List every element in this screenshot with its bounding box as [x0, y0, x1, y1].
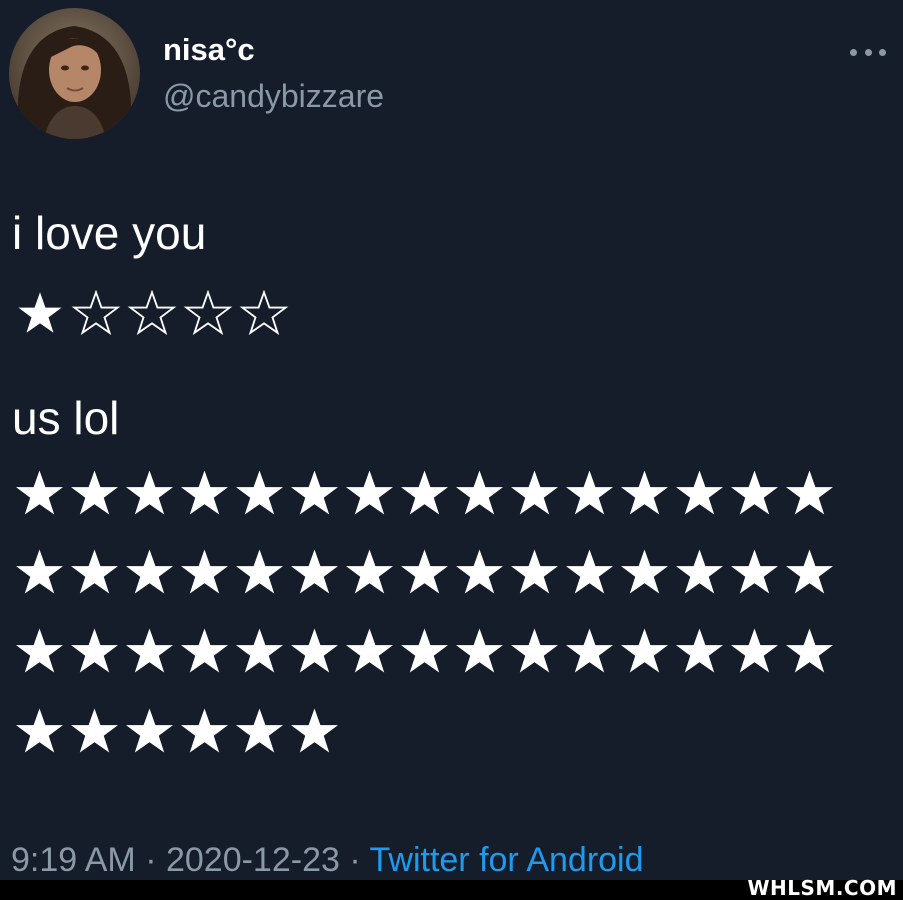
- star-filled-icon: [181, 549, 228, 594]
- star-row: [12, 468, 837, 518]
- star-filled-icon: [16, 470, 63, 515]
- star-filled-icon: [236, 470, 283, 515]
- more-horizontal-icon: [879, 48, 886, 56]
- star-filled-icon: [71, 708, 118, 753]
- watermark: WHLSM.COM: [747, 876, 897, 900]
- star-filled-icon: [621, 470, 668, 515]
- star-row: [12, 706, 342, 756]
- star-filled-icon: [236, 708, 283, 753]
- star-filled-icon: [291, 470, 338, 515]
- display-name[interactable]: nisa°c: [163, 34, 255, 65]
- star-filled-icon: [676, 549, 723, 594]
- star-filled-icon: [621, 628, 668, 673]
- star-filled-icon: [126, 549, 173, 594]
- star-filled-icon: [731, 549, 778, 594]
- more-options-button[interactable]: [850, 42, 886, 62]
- more-horizontal-icon: [850, 48, 857, 56]
- star-outline-icon: [239, 290, 289, 336]
- star-outline-icon: [183, 290, 233, 336]
- star-filled-icon: [16, 549, 63, 594]
- star-filled-icon: [16, 708, 63, 753]
- star-outline-icon: [127, 290, 177, 336]
- tweet-meta: 9:19 AM · 2020-12-23 · Twitter for Andro…: [11, 843, 644, 877]
- star-outline-icon: [71, 290, 121, 336]
- star-filled-icon: [731, 628, 778, 673]
- star-filled-icon: [71, 470, 118, 515]
- star-filled-icon: [566, 628, 613, 673]
- avatar-photo: [9, 8, 140, 139]
- star-filled-icon: [126, 708, 173, 753]
- star-filled-icon: [18, 292, 62, 333]
- star-filled-icon: [346, 628, 393, 673]
- star-filled-icon: [71, 628, 118, 673]
- star-filled-icon: [566, 549, 613, 594]
- star-filled-icon: [401, 549, 448, 594]
- star-filled-icon: [786, 470, 833, 515]
- star-row: [12, 626, 837, 676]
- star-filled-icon: [676, 470, 723, 515]
- tweet-text-line-1: i love you: [12, 207, 207, 259]
- star-filled-icon: [181, 708, 228, 753]
- user-handle[interactable]: @candybizzare: [163, 80, 384, 112]
- star-filled-icon: [181, 628, 228, 673]
- star-filled-icon: [126, 470, 173, 515]
- star-filled-icon: [236, 628, 283, 673]
- star-filled-icon: [16, 628, 63, 673]
- star-filled-icon: [346, 549, 393, 594]
- star-filled-icon: [401, 470, 448, 515]
- star-filled-icon: [181, 470, 228, 515]
- star-filled-icon: [511, 628, 558, 673]
- meta-separator: ·: [135, 841, 166, 879]
- rating-one-star: [12, 290, 292, 336]
- star-filled-icon: [786, 628, 833, 673]
- star-filled-icon: [401, 628, 448, 673]
- star-filled-icon: [511, 470, 558, 515]
- more-horizontal-icon: [864, 48, 872, 56]
- star-row: [12, 547, 837, 597]
- star-filled-icon: [236, 549, 283, 594]
- star-filled-icon: [291, 549, 338, 594]
- star-filled-icon: [126, 628, 173, 673]
- avatar[interactable]: [9, 8, 140, 139]
- tweet-date: 2020-12-23: [165, 841, 340, 879]
- star-filled-icon: [676, 628, 723, 673]
- star-filled-icon: [291, 708, 338, 753]
- tweet-time: 9:19 AM: [11, 841, 136, 879]
- tweet-text-line-2: us lol: [12, 392, 120, 444]
- star-filled-icon: [456, 628, 503, 673]
- star-filled-icon: [71, 549, 118, 594]
- star-filled-icon: [511, 549, 558, 594]
- tweet-source-link[interactable]: Twitter for Android: [370, 841, 644, 879]
- star-filled-icon: [456, 470, 503, 515]
- meta-separator: ·: [339, 841, 370, 879]
- star-filled-icon: [456, 549, 503, 594]
- star-filled-icon: [786, 549, 833, 594]
- star-filled-icon: [566, 470, 613, 515]
- star-filled-icon: [731, 470, 778, 515]
- star-filled-icon: [346, 470, 393, 515]
- star-filled-icon: [621, 549, 668, 594]
- star-filled-icon: [291, 628, 338, 673]
